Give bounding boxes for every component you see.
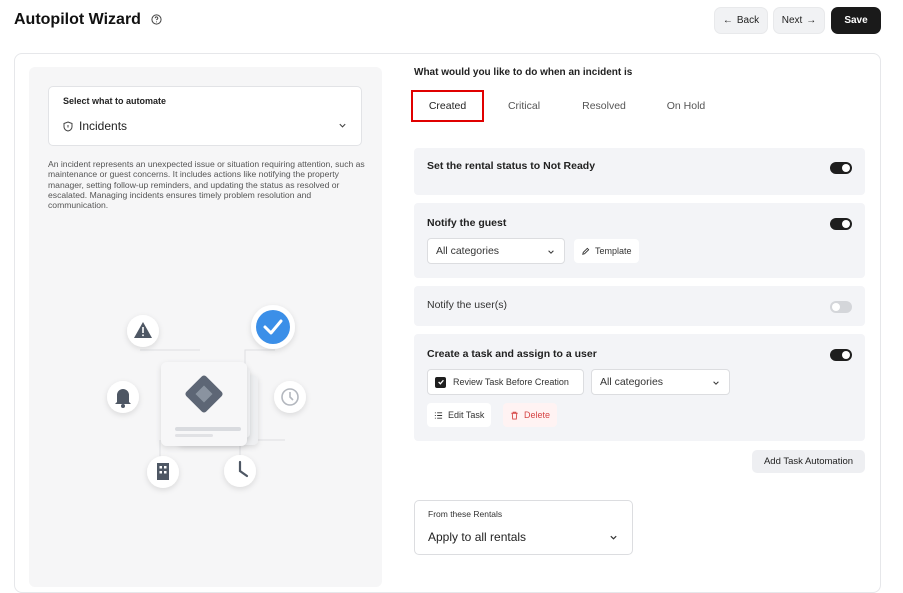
guest-category-select[interactable]: All categories — [427, 238, 565, 264]
notify-users-title: Notify the user(s) — [427, 299, 507, 311]
automate-select-label: Select what to automate — [63, 96, 167, 106]
back-label: Back — [736, 15, 760, 26]
review-task-label: Review Task Before Creation — [453, 377, 569, 387]
incident-question: What would you like to do when an incide… — [414, 67, 633, 78]
top-bar: Autopilot Wizard ← Back Next → Save — [0, 0, 903, 48]
pencil-icon — [582, 247, 590, 255]
create-task-toggle[interactable] — [830, 349, 852, 361]
edit-task-label: Edit Task — [448, 410, 485, 420]
check-circle-icon — [251, 305, 295, 349]
tab-on-hold[interactable]: On Hold — [657, 90, 715, 122]
incident-illustration — [107, 305, 306, 488]
checkbox-checked-icon — [435, 376, 446, 388]
notify-guest-row: Notify the guest All categories Template — [414, 203, 865, 278]
trash-icon — [511, 411, 518, 420]
clock-hands-icon — [224, 455, 256, 487]
rentals-value: Apply to all rentals — [428, 530, 527, 544]
rental-status-title: Set the rental status to Not Ready — [427, 160, 596, 172]
tab-resolved[interactable]: Resolved — [574, 90, 634, 122]
next-label: Next — [781, 15, 803, 26]
save-button[interactable]: Save — [831, 7, 881, 34]
rental-status-row: Set the rental status to Not Ready — [414, 148, 865, 195]
clock-icon — [274, 381, 306, 413]
automate-select-text: Incidents — [79, 119, 128, 133]
create-task-row: Create a task and assign to a user Revie… — [414, 334, 865, 441]
chevron-down-icon — [610, 535, 617, 540]
delete-task-label: Delete — [524, 410, 551, 420]
help-icon[interactable] — [151, 14, 162, 25]
building-icon — [147, 456, 179, 488]
bell-icon — [107, 381, 139, 413]
automate-select[interactable]: Select what to automate Incidents — [48, 86, 362, 146]
task-category-select[interactable]: All categories — [591, 369, 730, 395]
shield-icon — [63, 120, 73, 132]
arrow-left-icon: ← — [722, 15, 733, 26]
delete-task-button[interactable]: Delete — [503, 403, 558, 427]
automate-select-value: Incidents — [63, 119, 127, 133]
notify-users-row: Notify the user(s) — [414, 286, 865, 326]
page-title: Autopilot Wizard — [14, 11, 141, 28]
chevron-down-icon — [339, 123, 346, 128]
notify-guest-title: Notify the guest — [427, 217, 507, 229]
template-button[interactable]: Template — [574, 239, 639, 263]
task-category-value: All categories — [600, 376, 664, 388]
arrow-right-icon: → — [806, 15, 817, 26]
rental-status-toggle[interactable] — [830, 162, 852, 174]
warning-icon — [127, 315, 159, 347]
chevron-down-icon — [548, 250, 554, 254]
add-task-automation-button[interactable]: Add Task Automation — [752, 450, 865, 473]
tab-created[interactable]: Created — [411, 90, 484, 122]
next-button[interactable]: Next → — [773, 7, 825, 34]
notify-guest-toggle[interactable] — [830, 218, 852, 230]
template-label: Template — [595, 246, 632, 256]
review-task-checkbox[interactable]: Review Task Before Creation — [427, 369, 584, 395]
rentals-select[interactable]: From these Rentals Apply to all rentals — [414, 500, 633, 555]
edit-task-button[interactable]: Edit Task — [427, 403, 492, 427]
rentals-label: From these Rentals — [428, 509, 503, 519]
create-task-title: Create a task and assign to a user — [427, 348, 597, 360]
back-button[interactable]: ← Back — [714, 7, 768, 34]
notify-users-toggle[interactable] — [830, 301, 852, 313]
guest-category-value: All categories — [436, 245, 500, 257]
tab-critical[interactable]: Critical — [497, 90, 551, 122]
incident-description: An incident represents an unexpected iss… — [48, 159, 365, 211]
chevron-down-icon — [713, 381, 719, 385]
list-icon — [434, 411, 443, 419]
